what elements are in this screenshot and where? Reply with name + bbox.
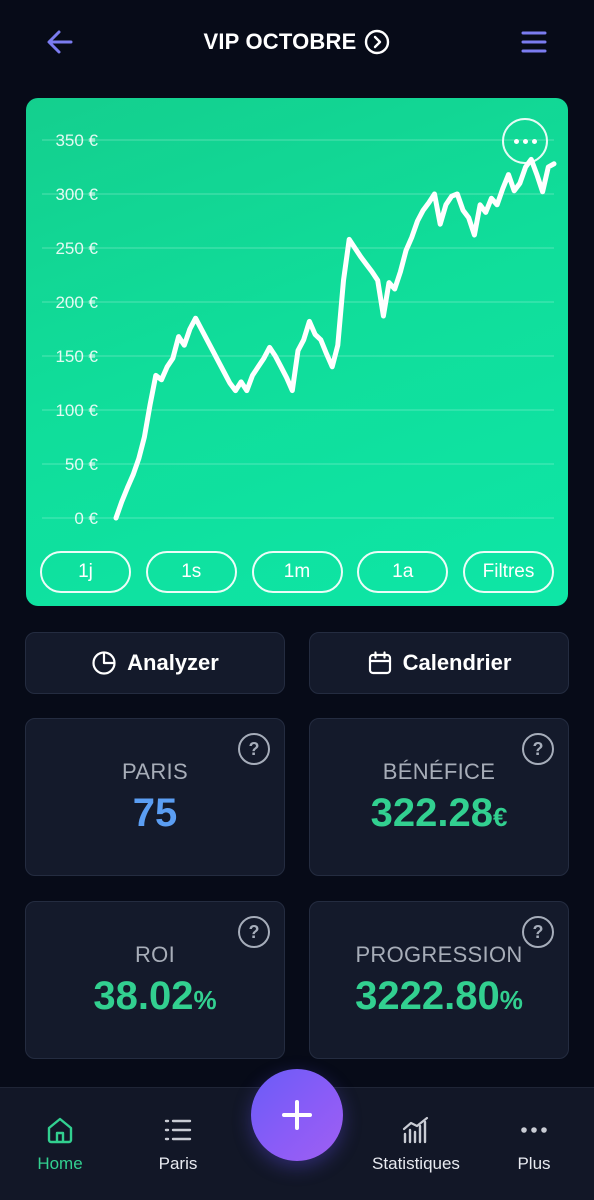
y-tick-label: 300 € xyxy=(55,185,98,204)
title-selector[interactable]: VIP OCTOBRE xyxy=(0,26,594,58)
range-1s-button[interactable]: 1s xyxy=(145,551,237,593)
analyzer-button[interactable]: Analyzer xyxy=(25,632,285,694)
analyzer-label: Analyzer xyxy=(127,650,219,675)
calendar-button[interactable]: Calendrier xyxy=(309,632,569,694)
more-horizontal-icon xyxy=(512,138,539,144)
stat-value: 3222.80% xyxy=(355,974,523,1018)
pie-chart-icon xyxy=(92,651,116,675)
stat-label: BÉNÉFICE xyxy=(382,759,496,784)
bar-chart-icon xyxy=(399,1114,433,1146)
menu-button[interactable] xyxy=(514,24,554,60)
nav-plus[interactable]: Plus xyxy=(474,1088,594,1200)
range-selector: 1j 1s 1m 1a Filtres xyxy=(40,551,554,593)
stat-card-roi: ? ROI 38.02% xyxy=(25,901,285,1059)
home-icon xyxy=(43,1114,77,1146)
filters-button[interactable]: Filtres xyxy=(463,551,554,593)
nav-paris-label: Paris xyxy=(158,1154,198,1173)
app-header: VIP OCTOBRE xyxy=(0,0,594,84)
nav-statistiques-label: Statistiques xyxy=(372,1154,460,1173)
stat-value: 38.02% xyxy=(93,974,217,1018)
stat-label: PROGRESSION xyxy=(355,942,523,967)
y-tick-label: 200 € xyxy=(55,293,98,312)
stat-label: ROI xyxy=(134,942,175,967)
range-1j-button[interactable]: 1j xyxy=(40,551,131,593)
stat-label: PARIS xyxy=(122,759,188,784)
balance-chart-card: 0 € 50 € 100 € 150 € 200 € 250 € 300 € 350 € 1j… xyxy=(26,98,568,606)
nav-paris[interactable]: Paris xyxy=(118,1088,238,1200)
stat-value: 322.28€ xyxy=(370,791,508,835)
balance-chart: 0 € 50 € 100 € 150 € 200 € 250 € 300 € 350 € xyxy=(42,131,557,528)
stat-card-paris: ? PARIS 75 xyxy=(25,718,285,876)
more-horizontal-icon xyxy=(517,1114,551,1146)
menu-icon xyxy=(521,31,547,53)
page-title: VIP OCTOBRE xyxy=(203,29,357,54)
nav-home-label: Home xyxy=(37,1154,83,1173)
range-1a-button[interactable]: 1a xyxy=(357,551,449,593)
y-tick-label: 350 € xyxy=(55,131,98,150)
y-tick-label: 100 € xyxy=(55,401,98,420)
chart-more-button[interactable] xyxy=(502,118,548,164)
stat-card-benefice: ? BÉNÉFICE 322.28€ xyxy=(309,718,569,876)
y-tick-label: 150 € xyxy=(55,347,98,366)
calendar-icon xyxy=(368,651,391,675)
y-tick-label: 50 € xyxy=(65,455,99,474)
nav-statistiques[interactable]: Statistiques xyxy=(356,1088,476,1200)
y-tick-label: 0 € xyxy=(74,509,98,528)
range-1m-button[interactable]: 1m xyxy=(251,551,343,593)
nav-plus-label: Plus xyxy=(517,1154,551,1173)
list-icon xyxy=(161,1114,195,1146)
chevron-right-circle-icon xyxy=(364,29,390,55)
nav-home[interactable]: Home xyxy=(0,1088,120,1200)
stat-card-progression: ? PROGRESSION 3222.80% xyxy=(309,901,569,1059)
calendar-label: Calendrier xyxy=(402,650,512,675)
stat-value: 75 xyxy=(132,791,178,835)
y-tick-label: 250 € xyxy=(55,239,98,258)
add-bet-button[interactable] xyxy=(251,1069,343,1161)
plus-icon xyxy=(282,1100,312,1130)
